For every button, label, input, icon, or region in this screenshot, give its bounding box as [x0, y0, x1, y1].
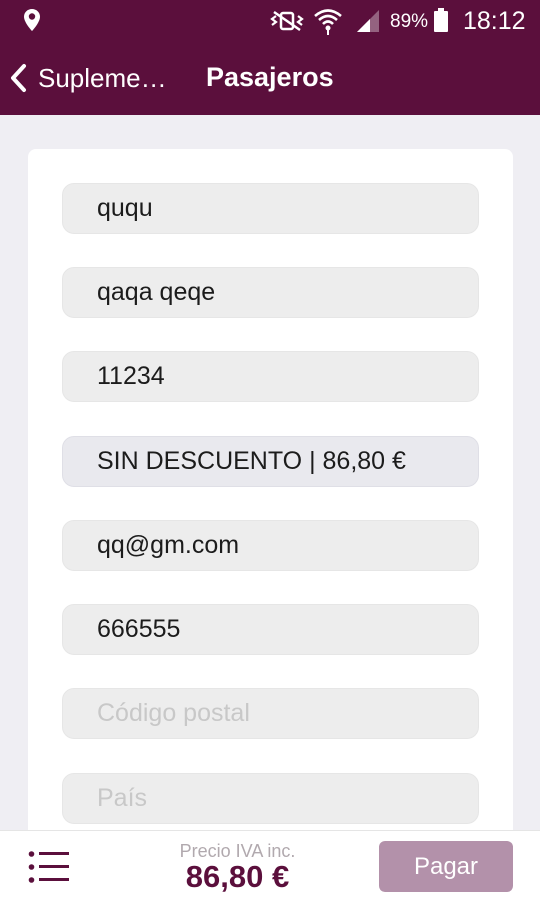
country-field[interactable]: País [62, 773, 479, 824]
phone-field[interactable]: 666555 [62, 604, 479, 655]
postal-code-field[interactable]: Código postal [62, 688, 479, 739]
wifi-icon [314, 9, 342, 35]
passenger-form-card: ququ qaqa qeqe 11234 SIN DESCUENTO | 86,… [28, 149, 513, 869]
back-button[interactable]: Supleme… [6, 60, 167, 96]
document-number-field[interactable]: 11234 [62, 351, 479, 402]
email-field[interactable]: qq@gm.com [62, 520, 479, 571]
vibrate-mute-icon [270, 10, 304, 32]
location-icon [24, 9, 40, 31]
app-bar: Supleme… Pasajeros [0, 40, 540, 115]
last-name-field[interactable]: qaqa qeqe [62, 267, 479, 318]
chevron-left-icon [11, 64, 26, 92]
pay-button[interactable]: Pagar [379, 841, 513, 892]
discount-select[interactable]: SIN DESCUENTO | 86,80 € [62, 436, 479, 487]
status-bar: 89% 18:12 [0, 0, 540, 40]
page-title: Pasajeros [206, 62, 334, 92]
signal-icon [357, 10, 379, 32]
clock: 18:12 [463, 7, 526, 35]
back-label: Supleme… [38, 62, 167, 93]
bottom-bar: Precio IVA inc. 86,80 € Pagar [0, 830, 540, 901]
battery-icon [434, 8, 448, 32]
first-name-field[interactable]: ququ [62, 183, 479, 234]
battery-percentage: 89% [390, 11, 429, 32]
